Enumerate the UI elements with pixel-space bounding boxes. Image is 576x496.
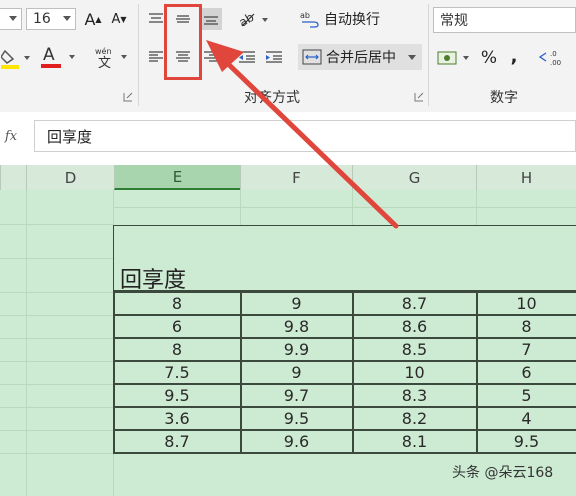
watermark: 头条 @朵云168: [452, 465, 554, 481]
annotation-arrow-icon: [206, 40, 399, 229]
